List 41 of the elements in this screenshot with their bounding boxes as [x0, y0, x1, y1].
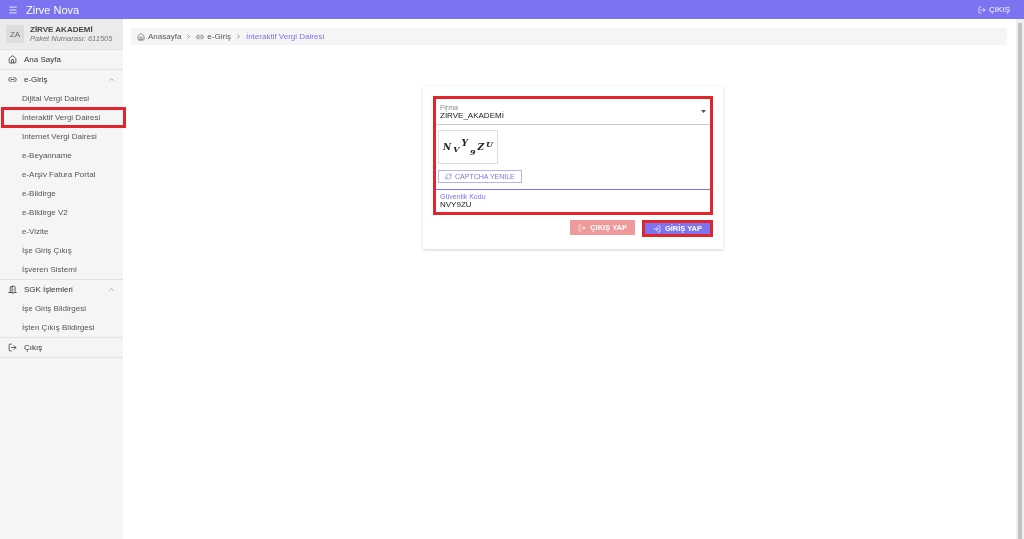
app-title: Zirve Nova — [26, 3, 81, 16]
sidebar-item[interactable]: e-Bildirge — [0, 184, 123, 203]
door-icon — [8, 285, 17, 294]
chevron-icon — [108, 286, 115, 293]
logout-icon — [8, 343, 17, 352]
dropdown-icon — [701, 110, 706, 113]
login-icon — [652, 224, 661, 233]
home-icon — [137, 32, 145, 41]
sidebar-item[interactable]: Internet Vergi Dairesi — [0, 127, 123, 146]
chevron-icon — [234, 33, 242, 40]
chevron-icon — [108, 76, 115, 83]
scrollbar[interactable] — [1016, 19, 1024, 539]
refresh-icon — [445, 173, 452, 180]
sidebar-item[interactable]: İşten Çıkış Bildirgesi — [0, 318, 123, 337]
sidebar-item[interactable]: e-Beyanname — [0, 146, 123, 165]
logout-button[interactable]: ÇIKIŞ — [978, 5, 1016, 14]
sidebar-item[interactable]: İşe Giriş Çıkış — [0, 241, 123, 260]
sidebar-item[interactable]: Çıkış — [0, 338, 123, 358]
chevron-icon — [185, 33, 193, 40]
sidebar-group[interactable]: e-Giriş — [0, 70, 123, 89]
sidebar-item[interactable]: e-Vizite — [0, 222, 123, 241]
breadcrumb-link[interactable]: İnteraktif Vergi Dairesi — [245, 32, 325, 41]
sidebar-item[interactable]: e-Arşiv Fatura Portal — [0, 165, 123, 184]
sidebar-item[interactable]: İşe Giriş Bildirgesi — [0, 299, 123, 318]
sidebar-item[interactable]: Ana Sayfa — [0, 50, 123, 70]
home-icon — [8, 55, 17, 64]
menu-icon[interactable] — [8, 4, 18, 15]
link-icon — [8, 75, 17, 84]
sidebar-group[interactable]: SGK İşlemleri — [0, 280, 123, 299]
user-name: ZİRVE AKADEMİ — [30, 25, 94, 34]
sidebar-item[interactable]: e-Bildirge V2 — [0, 203, 123, 222]
logout-icon — [578, 223, 587, 232]
avatar: ZA — [6, 25, 24, 43]
link-icon — [196, 32, 205, 41]
sidebar-item[interactable]: Dijital Vergi Dairesi — [0, 89, 123, 108]
sidebar-item[interactable]: İşveren Sistemi — [0, 260, 123, 279]
captcha-image: N V Y 9 Z U — [438, 130, 498, 164]
sidebar-item[interactable]: İnteraktif Vergi Dairesi — [2, 108, 125, 127]
breadcrumb-link[interactable]: e-Giriş — [196, 32, 231, 41]
logout-icon — [978, 5, 987, 14]
breadcrumb-link[interactable]: Anasayfa — [137, 32, 182, 41]
